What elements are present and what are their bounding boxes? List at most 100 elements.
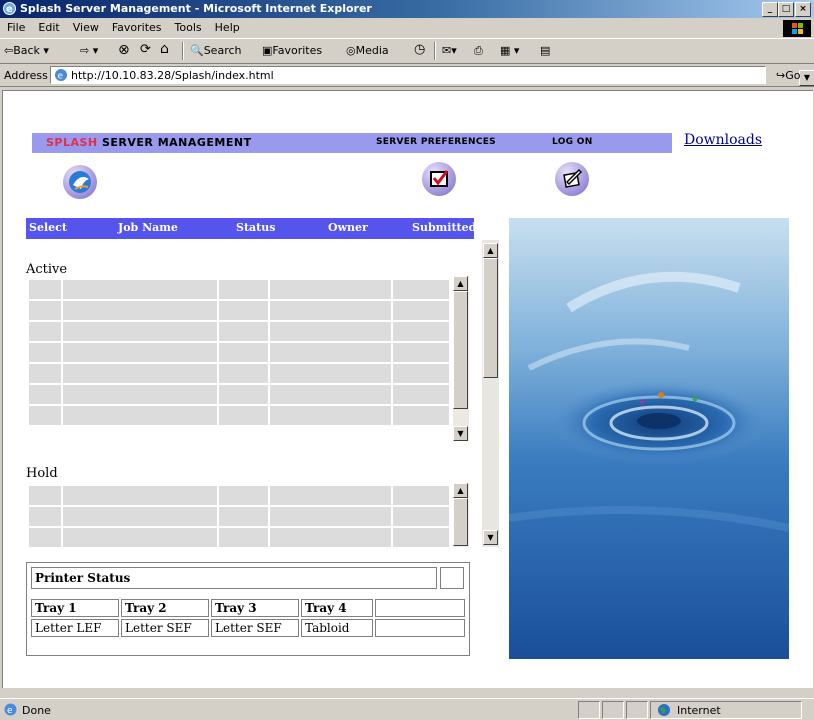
ie-logo-icon: e <box>3 2 16 15</box>
address-dropdown-button[interactable]: ▼ <box>799 70 814 86</box>
stop-icon[interactable]: ⊗ <box>118 42 130 58</box>
history-icon[interactable]: ◷ <box>414 42 425 57</box>
go-button[interactable]: ↪Go <box>776 69 800 82</box>
scroll-down-icon[interactable]: ▼ <box>483 530 498 545</box>
printer-status-title: Printer Status <box>31 567 437 589</box>
column-status[interactable]: Status <box>236 221 275 234</box>
splash-home-icon[interactable] <box>63 165 97 199</box>
go-arrow-icon: ↪ <box>776 69 786 82</box>
frame-scrollbar[interactable]: ▲ ▼ <box>481 240 499 547</box>
zone-text: Internet <box>677 704 721 717</box>
print-icon[interactable]: ⎙ <box>474 44 483 58</box>
printer-status-indicator <box>440 567 464 589</box>
address-input[interactable]: e http://10.10.83.28/Splash/index.html ▼ <box>50 66 814 86</box>
mail-icon[interactable]: ✉▾ <box>442 44 457 57</box>
favorites-icon: ▣ <box>262 44 273 57</box>
tray-2-paper: Letter SEF <box>121 619 209 637</box>
svg-text:e: e <box>58 72 64 82</box>
column-select[interactable]: Select <box>29 221 67 234</box>
home-icon[interactable]: ⌂ <box>160 41 169 57</box>
nav-log-on[interactable]: LOG ON <box>552 137 593 147</box>
section-hold-label: Hold <box>26 466 58 481</box>
table-row[interactable] <box>29 322 449 341</box>
table-row[interactable] <box>29 280 449 299</box>
discuss-icon[interactable]: ▤ <box>540 44 550 57</box>
scroll-down-icon[interactable]: ▼ <box>453 426 468 441</box>
table-row[interactable] <box>29 507 449 526</box>
tray-extra-header <box>375 599 465 617</box>
hold-jobs-list <box>27 484 451 548</box>
scroll-thumb[interactable] <box>453 498 468 546</box>
tray-extra-paper <box>375 619 465 637</box>
app-brand: SPLASH SERVER MANAGEMENT <box>46 136 252 149</box>
menu-edit[interactable]: Edit <box>31 19 65 34</box>
svg-text:e: e <box>7 706 13 716</box>
table-row[interactable] <box>29 364 449 383</box>
status-pane <box>602 701 624 719</box>
tray-3-header: Tray 3 <box>211 599 299 617</box>
section-active-label: Active <box>26 262 68 277</box>
table-row[interactable] <box>29 486 449 505</box>
water-splash-image <box>509 218 789 659</box>
refresh-icon[interactable]: ⟳ <box>140 42 151 57</box>
hold-scrollbar[interactable]: ▲ <box>452 483 469 547</box>
tray-1-header: Tray 1 <box>31 599 119 617</box>
page-done-icon: e <box>4 703 17 716</box>
tray-3-paper: Letter SEF <box>211 619 299 637</box>
active-scrollbar[interactable]: ▲ ▼ <box>452 276 469 441</box>
menu-favorites[interactable]: Favorites <box>105 19 168 34</box>
nav-server-preferences[interactable]: SERVER PREFERENCES <box>376 137 496 147</box>
preferences-checkbox-icon[interactable] <box>422 162 456 196</box>
back-arrow-icon: ⇦ <box>4 44 14 57</box>
column-submitted[interactable]: Submitted <box>412 221 476 234</box>
minimize-button[interactable]: _ <box>762 2 778 17</box>
tray-1-paper: Letter LEF <box>31 619 119 637</box>
job-table-header: Select Job Name Status Owner Submitted <box>26 218 476 239</box>
column-owner[interactable]: Owner <box>328 221 368 234</box>
table-row[interactable] <box>29 301 449 320</box>
tray-2-header: Tray 2 <box>121 599 209 617</box>
log-on-pencil-icon[interactable] <box>555 162 589 196</box>
table-row[interactable] <box>29 343 449 362</box>
scroll-up-icon[interactable]: ▲ <box>453 276 468 291</box>
scroll-thumb[interactable] <box>453 291 468 409</box>
status-pane <box>626 701 648 719</box>
window-title-bar[interactable]: e Splash Server Management - Microsoft I… <box>0 0 814 18</box>
column-job-name[interactable]: Job Name <box>118 221 178 234</box>
security-zone-pane: Internet <box>650 701 802 719</box>
globe-icon <box>658 704 670 716</box>
menu-file[interactable]: File <box>0 19 31 34</box>
scroll-thumb[interactable] <box>483 258 498 378</box>
tray-4-paper: Tabloid <box>301 619 373 637</box>
status-bar: e Done Internet <box>0 698 814 720</box>
search-button[interactable]: 🔍Search <box>190 44 242 57</box>
table-row[interactable] <box>29 406 449 425</box>
maximize-button[interactable]: □ <box>778 2 794 17</box>
status-text: Done <box>22 704 51 717</box>
window-title: Splash Server Management - Microsoft Int… <box>20 2 372 15</box>
favorites-button[interactable]: ▣Favorites <box>262 44 322 57</box>
downloads-link[interactable]: Downloads <box>684 132 762 148</box>
app-nav-bar: SPLASH SERVER MANAGEMENT SERVER PREFEREN… <box>32 133 672 153</box>
scroll-up-icon[interactable]: ▲ <box>453 483 468 498</box>
scroll-up-icon[interactable]: ▲ <box>483 243 498 258</box>
menu-help[interactable]: Help <box>208 19 246 34</box>
back-button[interactable]: ⇦Back ▾ <box>4 44 49 57</box>
table-row[interactable] <box>29 528 449 547</box>
svg-text:e: e <box>6 4 13 15</box>
media-button[interactable]: ◎Media <box>346 44 389 57</box>
printer-status-panel: Printer Status Tray 1 Tray 2 Tray 3 Tray… <box>26 562 470 656</box>
active-jobs-list <box>27 278 451 427</box>
menu-view[interactable]: View <box>66 19 105 34</box>
menu-bar: File Edit View Favorites Tools Help <box>0 19 814 39</box>
tray-4-header: Tray 4 <box>301 599 373 617</box>
address-label: Address <box>4 69 48 82</box>
close-button[interactable]: × <box>795 2 811 17</box>
toolbar: ⇦Back ▾ ⇨ ▾ ⊗ ⟳ ⌂ 🔍Search ▣Favorites ◎Me… <box>0 39 814 64</box>
table-row[interactable] <box>29 385 449 404</box>
media-icon: ◎ <box>346 44 356 57</box>
search-icon: 🔍 <box>190 44 204 57</box>
forward-button[interactable]: ⇨ ▾ <box>80 44 98 57</box>
menu-tools[interactable]: Tools <box>168 19 208 34</box>
edit-icon[interactable]: ▦ ▾ <box>500 44 519 57</box>
